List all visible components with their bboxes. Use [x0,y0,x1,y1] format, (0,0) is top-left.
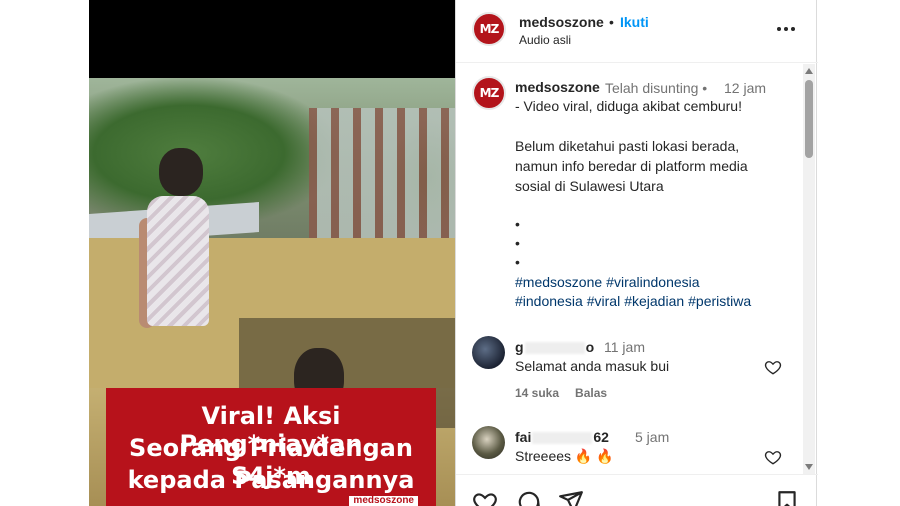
header-separator: • [609,14,614,30]
hashtag-link[interactable]: #medsoszone [515,274,602,290]
bookmark-icon[interactable] [774,489,800,506]
like-heart-icon[interactable] [472,489,498,506]
comments-scrollbar[interactable] [803,64,815,474]
author-avatar[interactable]: MZ [472,12,506,46]
caption-timestamp[interactable]: 12 jam [724,80,766,96]
caption-line: namun info beredar di platform media [515,158,748,174]
reply-button[interactable]: Balas [575,386,607,400]
scroll-down-arrow-icon[interactable] [805,464,813,470]
more-options-icon[interactable] [774,18,798,40]
caption-bullet: • [515,216,520,232]
comment-text: Streeees 🔥 🔥 [515,448,614,464]
video-player[interactable]: Viral! Aksi Peng*niay*an Seorang Pria de… [89,0,455,506]
commenter-username-end: 62 [593,429,609,445]
comment-meta: 14 suka Balas [515,386,623,400]
heart-icon[interactable] [764,358,782,376]
commenter-username[interactable]: go [515,339,594,355]
author-username[interactable]: medsoszone [519,14,604,30]
post-header: MZ medsoszone • Ikuti Audio asli [456,0,818,63]
caption-line: - Video viral, diduga akibat cemburu! [515,98,742,114]
comment-icon[interactable] [516,489,542,506]
caption-avatar-logo-text: MZ [479,86,500,100]
comment-likes-count[interactable]: 14 suka [515,386,559,400]
comment-timestamp[interactable]: 5 jam [635,429,669,445]
scrollbar-thumb[interactable] [805,80,813,158]
hashtag-link[interactable]: #viralindonesia [606,274,699,290]
hashtag-link[interactable]: #kejadian [624,293,684,309]
commenter-username-start: g [515,339,524,355]
video-watermark: medsoszone [349,496,418,506]
man-head [159,148,203,196]
instagram-post-view: Viral! Aksi Peng*niay*an Seorang Pria de… [0,0,900,506]
commenter-avatar[interactable] [472,336,505,369]
hashtag-link[interactable]: #indonesia [515,293,583,309]
share-icon[interactable] [558,489,584,506]
video-caption-line-3: kepada Pasangannya [127,466,415,494]
hashtag-row: #indonesia #viral #kejadian #peristiwa [515,293,755,309]
caption-line: sosial di Sulawesi Utara [515,178,664,194]
commenter-username-start: fai [515,429,532,445]
heart-icon[interactable] [764,448,782,466]
man-body [147,196,209,326]
fence-background [309,108,455,248]
follow-button[interactable]: Ikuti [620,14,649,30]
caption-bullet: • [515,235,520,251]
caption-line: Belum diketahui pasti lokasi berada, [515,138,740,154]
video-caption-box: Viral! Aksi Peng*niay*an Seorang Pria de… [106,388,436,506]
hashtag-link[interactable]: #peristiwa [688,293,751,309]
caption-edited-label: Telah disunting • [605,80,708,96]
caption-username[interactable]: medsoszone [515,79,600,95]
scroll-up-arrow-icon[interactable] [805,68,813,74]
commenter-username-end: o [585,339,595,355]
caption-avatar[interactable]: MZ [472,76,506,110]
comments-section: MZ medsoszone Telah disunting • 12 jam -… [456,64,802,474]
video-frame: Viral! Aksi Peng*niay*an Seorang Pria de… [89,78,455,506]
hashtag-link[interactable]: #viral [587,293,620,309]
man-figure [139,148,219,388]
commenter-username[interactable]: fai 62 [515,429,609,445]
commenter-avatar[interactable] [472,426,505,459]
hashtag-row: #medsoszone #viralindonesia [515,274,704,290]
post-action-bar [456,474,818,506]
username-redaction [524,342,585,355]
comment-timestamp[interactable]: 11 jam [604,339,645,355]
caption-bullet: • [515,254,520,270]
post-side-panel: MZ medsoszone • Ikuti Audio asli MZ meds… [455,0,818,506]
comment-text: Selamat anda masuk bui [515,358,670,374]
avatar-logo-text: MZ [479,22,500,36]
audio-label[interactable]: Audio asli [519,33,571,47]
username-redaction [532,432,593,445]
